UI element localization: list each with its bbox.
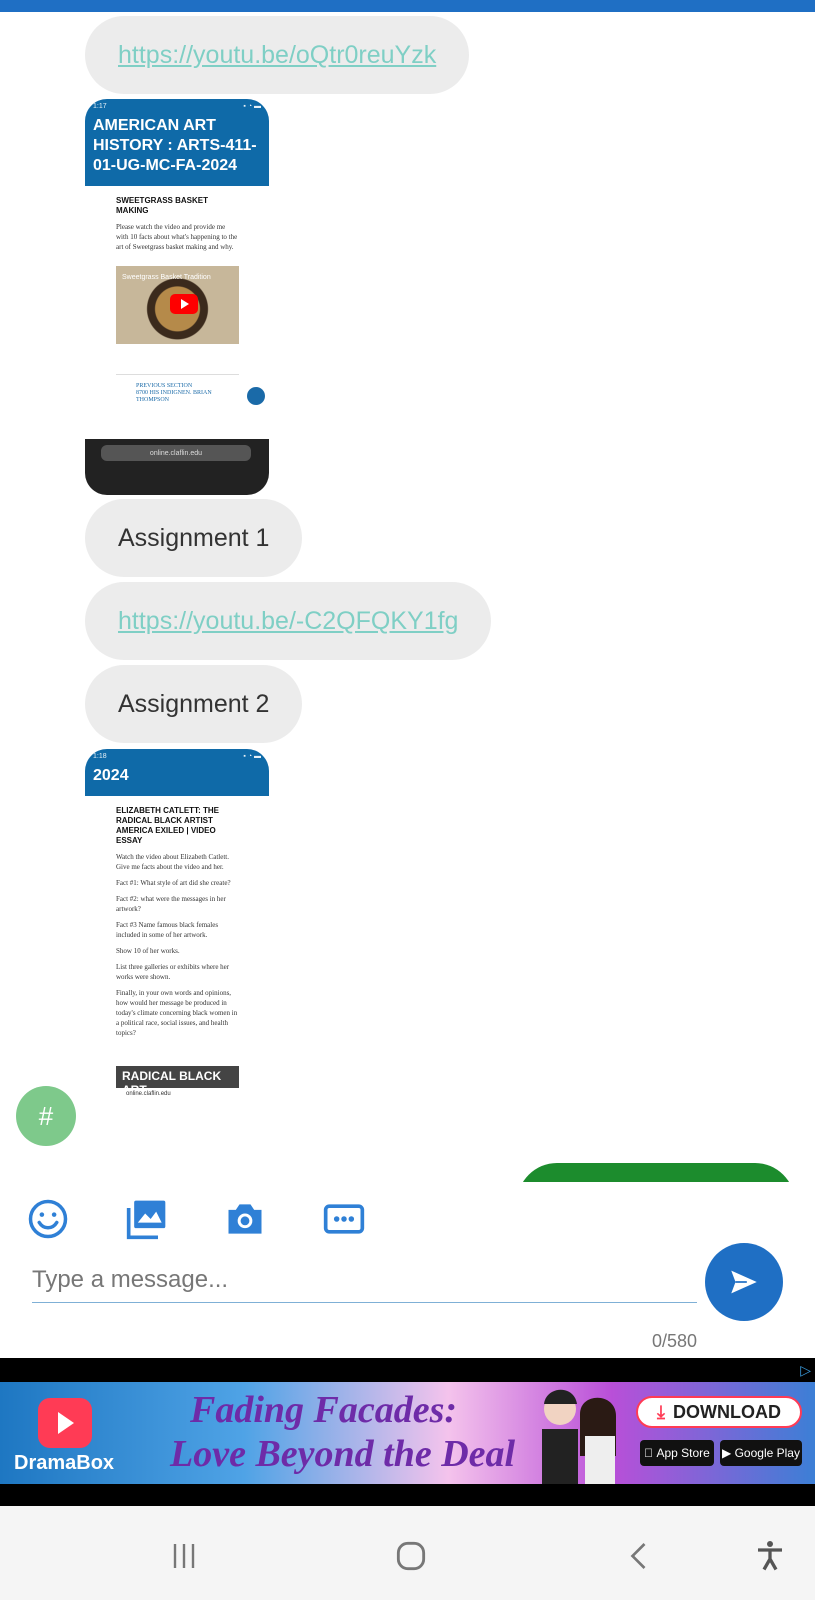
status-icons: ▪ ◔ ▬ — [243, 753, 261, 760]
top-status-bar — [0, 0, 815, 12]
play-icon — [170, 294, 198, 314]
google-play-label: Google Play — [734, 1446, 800, 1460]
previous-section: PREVIOUS SECTION 8700 HIS INDIGNEN. BRIA… — [116, 374, 265, 405]
play-store-icon: ▶ — [722, 1446, 732, 1460]
accessibility-button[interactable] — [748, 1534, 792, 1578]
dramabox-logo-icon — [38, 1398, 92, 1448]
shot-para: Watch the video about Elizabeth Catlett.… — [116, 853, 229, 871]
shot-para: Fact #1: What style of art did she creat… — [116, 879, 231, 887]
ad-couple-image — [542, 1389, 616, 1484]
video-thumbnail: Sweetgrass Basket Tradition — [116, 266, 239, 344]
recent-apps-button[interactable] — [162, 1534, 206, 1578]
shot-para: Fact #2: what were the messages in her a… — [116, 895, 226, 913]
back-button[interactable] — [618, 1534, 662, 1578]
image-icon — [126, 1200, 166, 1240]
emoji-icon — [28, 1199, 68, 1239]
app-store-badge[interactable]:  App Store — [640, 1440, 714, 1466]
more-icon — [323, 1204, 365, 1234]
home-icon — [396, 1541, 426, 1571]
app-store-label: App Store — [651, 1446, 709, 1460]
shot-time: 1:17 — [93, 103, 107, 110]
ad-title-line2: Love Beyond the Deal — [170, 1433, 516, 1475]
send-button[interactable] — [705, 1243, 783, 1321]
character-counter: 0/580 — [651, 1331, 697, 1351]
video-thumbnail: RADICAL BLACK ART — [116, 1066, 239, 1097]
gallery-button[interactable] — [124, 1196, 170, 1242]
recent-apps-icon — [173, 1544, 195, 1568]
google-play-badge[interactable]: ▶ Google Play — [720, 1440, 802, 1466]
video-title: Sweetgrass Basket Tradition — [122, 274, 211, 281]
shot-header-title: 2024 — [93, 767, 129, 784]
shot-section-title: SWEETGRASS BASKET MAKING — [116, 196, 209, 215]
shot-header: 1:17 ▪ ◔ ▬ AMERICAN ART HISTORY : ARTS-41… — [85, 99, 269, 186]
shot-header-title: AMERICAN ART HISTORY : ARTS-411-01-UG-MC… — [93, 117, 257, 174]
message-input[interactable] — [32, 1258, 697, 1303]
message-link-1[interactable]: https://youtu.be/oQtr0reuYzk — [85, 16, 470, 94]
ad-download-label: DOWNLOAD — [672, 1401, 781, 1422]
shot-section-title: ELIZABETH CATLETT: THE RADICAL BLACK ART… — [116, 806, 219, 845]
shot-time: 1:18 — [93, 753, 107, 760]
shot-body-text: Please watch the video and provide me wi… — [116, 223, 238, 251]
shot-para: Fact #3 Name famous black females includ… — [116, 921, 219, 939]
menu-icon — [247, 387, 265, 405]
camera-icon — [228, 1204, 262, 1234]
accessibility-icon — [758, 1541, 782, 1571]
prev-text: 8700 HIS INDIGNEN. BRIAN THOMPSON — [136, 390, 212, 403]
shot-para: Finally, in your own words and opinions,… — [116, 989, 238, 1037]
screenshot-attachment-1[interactable]: 1:17 ▪ ◔ ▬ AMERICAN ART HISTORY : ARTS-41… — [85, 99, 269, 495]
message-link-2[interactable]: https://youtu.be/-C2QFQKY1fg — [85, 582, 492, 660]
back-icon — [630, 1543, 646, 1569]
browser-url: online.claflin.edu — [101, 445, 251, 461]
camera-button[interactable] — [222, 1196, 268, 1242]
hashtag-button[interactable]: # — [16, 1086, 76, 1146]
system-nav-bar — [0, 1506, 815, 1600]
apple-icon:  — [644, 1446, 653, 1460]
browser-bar: online.claflin.edu — [85, 439, 269, 495]
message-text-2[interactable]: Assignment 2 — [85, 665, 303, 743]
ad-banner[interactable]: DramaBox Fading Facades: Love Beyond the… — [0, 1358, 815, 1506]
ad-title-line1: Fading Facades: — [190, 1389, 458, 1431]
shot-para: List three galleries or exhibits where h… — [116, 963, 230, 981]
prev-label: PREVIOUS SECTION — [136, 383, 193, 389]
message-input-row — [32, 1258, 697, 1303]
send-icon — [731, 1270, 757, 1294]
home-button[interactable] — [389, 1534, 433, 1578]
adchoices-icon[interactable]: ▷ — [800, 1362, 811, 1379]
more-options-button[interactable] — [321, 1196, 367, 1242]
download-icon: ⤓ — [657, 1401, 665, 1422]
status-icons: ▪ ◔ ▬ — [243, 103, 261, 110]
shot-para: Show 10 of her works. — [116, 947, 180, 955]
screenshot-attachment-2[interactable]: 1:18 ▪ ◔ ▬ 2024 ELIZABETH CATLETT: THE RA… — [85, 749, 269, 1143]
message-text-1[interactable]: Assignment 1 — [85, 499, 303, 577]
emoji-button[interactable] — [25, 1196, 71, 1242]
ad-download-button[interactable]: ⤓ DOWNLOAD — [636, 1396, 802, 1428]
composer-toolbar — [0, 1182, 815, 1255]
shot-header: 1:18 ▪ ◔ ▬ 2024 — [85, 749, 269, 796]
ad-brand: DramaBox — [14, 1452, 115, 1474]
